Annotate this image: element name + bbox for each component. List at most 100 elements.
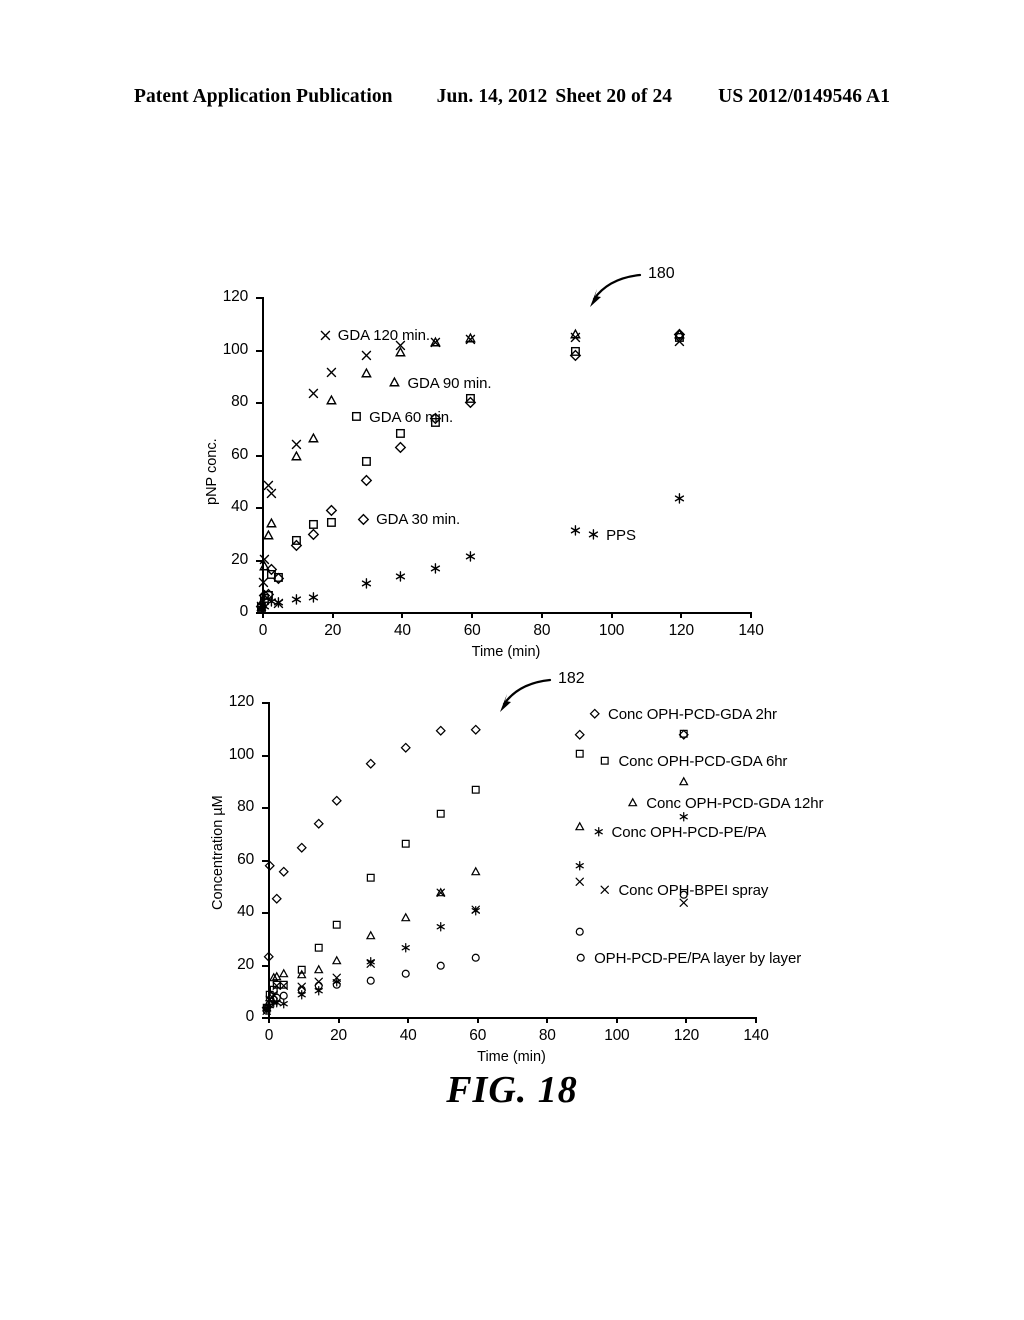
series-label-0: GDA 120 min. [318, 327, 430, 344]
x-tick-label: 140 [743, 1027, 769, 1044]
y-tick [256, 297, 262, 299]
header-sheet: Sheet 20 of 24 [555, 86, 673, 107]
series-label-text: GDA 60 min. [369, 408, 454, 426]
series-label-text: GDA 90 min. [407, 374, 492, 392]
series-label-text: Conc OPH-PCD-GDA 12hr [646, 795, 824, 813]
y-tick-label: 20 [231, 550, 248, 568]
y-tick [262, 754, 268, 757]
plot-area-2: 0 20 40 60 80 100 120 0 20 40 60 80 100 120 140 Time (m… [0, 660, 1024, 1080]
y-axis-title: Concentration µM [210, 794, 226, 910]
y-tick [262, 964, 268, 967]
x-tick-label: 0 [264, 1027, 274, 1044]
header-publication: Patent Application Publication [133, 86, 393, 107]
series-label-4: PPS [586, 527, 636, 544]
x-tick [755, 1017, 757, 1023]
series-label-text: Conc OPH-PCD-GDA 2hr [608, 706, 777, 724]
chart-concentration-um: 0 20 40 60 80 100 120 0 20 40 60 80 100 120 140 Time (m… [0, 660, 1024, 1080]
x-tick [407, 1017, 410, 1023]
circle-marker-icon [574, 952, 590, 966]
series-label-0: Conc OPH-PCD-GDA 2hr [588, 706, 777, 723]
y-tick [262, 702, 268, 704]
diamond-marker-icon [356, 513, 372, 527]
x-axis-line [268, 1017, 757, 1019]
x-tick [750, 612, 752, 618]
x-tick-label: 80 [538, 1027, 556, 1044]
series-label-text: GDA 120 min. [337, 327, 430, 345]
x-tick-label: 60 [469, 1027, 487, 1044]
x-tick-label: 20 [330, 1027, 347, 1044]
x-tick [540, 612, 543, 618]
x-tick-label: 20 [324, 622, 342, 639]
y-tick [262, 912, 268, 914]
square-marker-icon [598, 755, 614, 769]
x-marker-icon [598, 884, 614, 898]
figure-callout-top: 180 [568, 263, 688, 328]
series-label-5: OPH-PCD-PE/PA layer by layer [574, 950, 801, 967]
series-label-text: Conc OPH-PCD-PE/PA [611, 824, 767, 842]
figure-callout-bottom: 182 [478, 668, 598, 733]
x-tick [685, 1017, 688, 1023]
x-axis-line [262, 612, 752, 614]
x-tick [546, 1017, 549, 1023]
square-marker-icon [349, 410, 365, 424]
y-tick-label: 0 [245, 1008, 255, 1025]
x-axis-title: Time (min) [471, 644, 541, 660]
series-label-3: GDA 30 min. [356, 511, 460, 528]
x-axis-title: Time (min) [477, 1049, 546, 1065]
x-tick [268, 1017, 270, 1023]
x-tick-label: 100 [598, 622, 625, 639]
x-tick-label: 0 [258, 622, 268, 639]
y-tick [256, 349, 262, 352]
x-tick [337, 1017, 340, 1023]
x-tick [680, 612, 683, 618]
y-tick-label: 20 [237, 955, 254, 973]
x-tick [331, 612, 334, 618]
x-tick-label: 120 [668, 622, 694, 639]
header-date: Jun. 14, 2012 [436, 86, 548, 107]
x-tick-label: 60 [463, 622, 481, 639]
series-label-text: OPH-PCD-PE/PA layer by layer [594, 950, 802, 968]
star-marker-icon [592, 826, 608, 840]
y-axis-title: pNP conc. [204, 437, 220, 505]
y-tick-label: 120 [228, 693, 254, 710]
x-tick [401, 612, 404, 618]
y-tick [256, 402, 262, 404]
x-tick [476, 1017, 479, 1023]
x-tick-label: 40 [394, 622, 411, 639]
x-tick [610, 612, 613, 618]
callout-number: 182 [558, 670, 585, 687]
y-tick-label: 100 [228, 745, 254, 763]
y-tick-label: 100 [222, 340, 248, 358]
series-label-3: Conc OPH-PCD-PE/PA [592, 824, 767, 842]
x-tick-label: 100 [604, 1027, 630, 1044]
header-patent-number: US 2012/0149546 A1 [718, 86, 891, 107]
series-label-2: Conc OPH-PCD-GDA 12hr [626, 795, 824, 813]
triangle-marker-icon [626, 797, 642, 811]
y-tick [262, 807, 268, 809]
patent-header: Patent Application Publication Jun. 14, … [0, 86, 1024, 108]
y-tick [256, 454, 262, 457]
y-tick-label: 80 [231, 393, 248, 410]
x-tick-label: 120 [673, 1027, 700, 1044]
callout-number: 180 [648, 265, 675, 282]
series-label-1: Conc OPH-PCD-GDA 6hr [598, 753, 787, 770]
x-tick [615, 1017, 618, 1023]
x-tick [471, 612, 474, 618]
x-marker-icon [318, 329, 334, 343]
series-label-2: GDA 60 min. [349, 409, 453, 426]
x-tick-label: 80 [533, 622, 551, 639]
series-label-4: Conc OPH-BPEI spray [598, 882, 768, 899]
y-tick-label: 120 [222, 288, 248, 305]
y-tick-label: 0 [239, 603, 249, 620]
x-tick-label: 140 [738, 622, 764, 639]
series-label-1: GDA 90 min. [387, 374, 492, 392]
y-tick [256, 507, 262, 509]
series-label-text: Conc OPH-BPEI spray [618, 882, 769, 899]
series-label-text: GDA 30 min. [376, 511, 461, 529]
star-marker-icon [586, 528, 602, 542]
triangle-marker-icon [387, 376, 403, 390]
chart-pnp-conc: 0 20 40 60 80 100 120 0 20 40 60 80 100 120 140 Time (m… [0, 255, 1024, 675]
series-label-text: Conc OPH-PCD-GDA 6hr [618, 753, 788, 771]
x-tick-label: 40 [399, 1027, 417, 1044]
series-label-text: PPS [606, 526, 636, 544]
